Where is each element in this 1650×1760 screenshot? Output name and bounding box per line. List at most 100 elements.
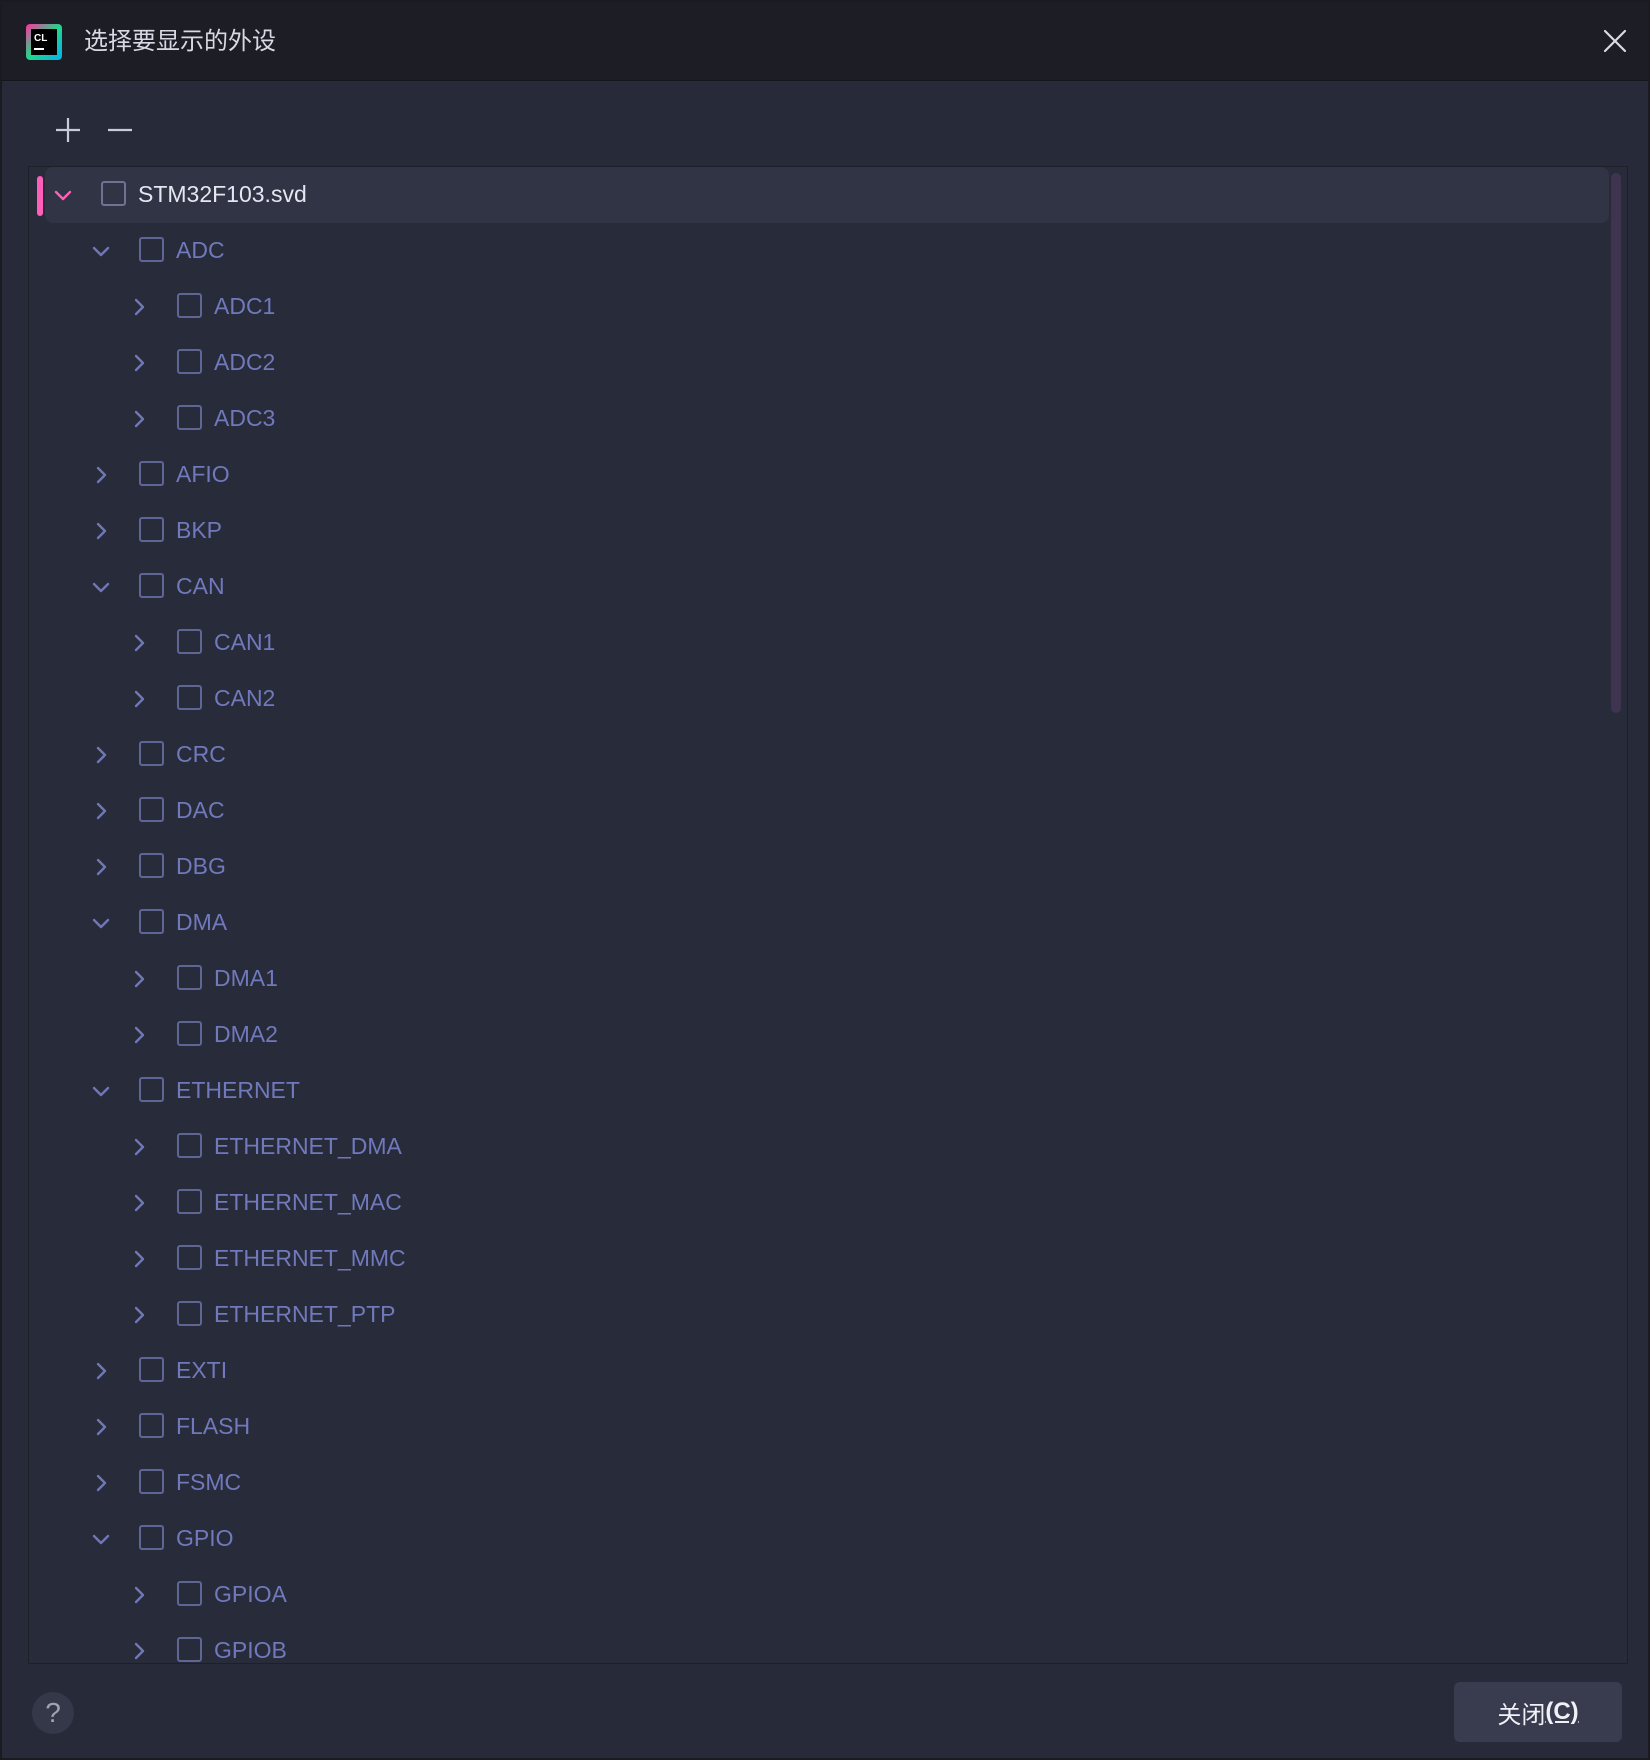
tree-checkbox[interactable]: [139, 741, 164, 766]
tree-checkbox[interactable]: [177, 1301, 202, 1326]
tree-row[interactable]: DAC: [29, 783, 1609, 839]
tree-row[interactable]: DBG: [29, 839, 1609, 895]
help-button[interactable]: ?: [32, 1692, 74, 1734]
expand-toggle[interactable]: [123, 1299, 155, 1331]
tree-row[interactable]: EXTI: [29, 1343, 1609, 1399]
tree-row[interactable]: ETHERNET_DMA: [29, 1119, 1609, 1175]
expand-toggle[interactable]: [85, 571, 117, 603]
tree-checkbox[interactable]: [139, 797, 164, 822]
peripheral-tree[interactable]: STM32F103.svd ADC ADC1 ADC2 ADC3 AFIO BKP CAN CA…: [28, 166, 1628, 1664]
tree-checkbox[interactable]: [139, 461, 164, 486]
expand-toggle[interactable]: [85, 739, 117, 771]
tree-row[interactable]: ETHERNET_MAC: [29, 1175, 1609, 1231]
tree-row[interactable]: GPIO: [29, 1511, 1609, 1567]
expand-toggle[interactable]: [123, 627, 155, 659]
expand-toggle[interactable]: [123, 1131, 155, 1163]
tree-row[interactable]: GPIOB: [29, 1623, 1609, 1663]
expand-toggle[interactable]: [123, 1243, 155, 1275]
svg-text:CL: CL: [34, 33, 47, 44]
close-button-mnemonic: (C): [1545, 1698, 1579, 1725]
tree-checkbox[interactable]: [177, 965, 202, 990]
tree-checkbox[interactable]: [139, 573, 164, 598]
expand-toggle[interactable]: [123, 403, 155, 435]
tree-row[interactable]: CAN2: [29, 671, 1609, 727]
tree-checkbox[interactable]: [139, 1413, 164, 1438]
tree-row[interactable]: ADC1: [29, 279, 1609, 335]
tree-checkbox[interactable]: [101, 181, 126, 206]
expand-toggle[interactable]: [47, 179, 79, 211]
tree-checkbox[interactable]: [139, 853, 164, 878]
expand-toggle[interactable]: [85, 1075, 117, 1107]
tree-row[interactable]: CAN1: [29, 615, 1609, 671]
tree-item-label: BKP: [176, 517, 223, 543]
tree-item-label: CRC: [176, 741, 226, 767]
tree-checkbox[interactable]: [177, 349, 202, 374]
tree-row[interactable]: FLASH: [29, 1399, 1609, 1455]
tree-row[interactable]: ADC: [29, 223, 1609, 279]
tree-row[interactable]: DMA2: [29, 1007, 1609, 1063]
clion-logo-icon: CL: [26, 24, 62, 60]
tree-row[interactable]: GPIOA: [29, 1567, 1609, 1623]
tree-row[interactable]: ADC3: [29, 391, 1609, 447]
tree-row[interactable]: ETHERNET_MMC: [29, 1231, 1609, 1287]
tree-checkbox[interactable]: [177, 1133, 202, 1158]
tree-checkbox[interactable]: [139, 1525, 164, 1550]
tree-row[interactable]: CRC: [29, 727, 1609, 783]
expand-toggle[interactable]: [85, 1355, 117, 1387]
tree-checkbox[interactable]: [177, 1189, 202, 1214]
chevron-right-icon: [134, 1026, 145, 1044]
close-dialog-button[interactable]: 关闭 (C): [1454, 1682, 1622, 1742]
peripherals-dialog: CL 选择要显示的外设 STM32F103.svd ADC ADC1 ADC2 ADC3…: [0, 0, 1650, 1760]
expand-toggle[interactable]: [85, 1411, 117, 1443]
tree-checkbox[interactable]: [177, 1021, 202, 1046]
tree-row[interactable]: ADC2: [29, 335, 1609, 391]
scrollbar-thumb[interactable]: [1611, 173, 1621, 713]
expand-toggle[interactable]: [85, 515, 117, 547]
expand-toggle[interactable]: [85, 1523, 117, 1555]
tree-row[interactable]: DMA: [29, 895, 1609, 951]
vertical-scrollbar[interactable]: [1611, 173, 1623, 1653]
tree-root-row[interactable]: STM32F103.svd: [29, 167, 1609, 223]
expand-toggle[interactable]: [123, 1635, 155, 1663]
expand-toggle[interactable]: [85, 907, 117, 939]
expand-toggle[interactable]: [85, 795, 117, 827]
expand-toggle[interactable]: [85, 235, 117, 267]
expand-toggle[interactable]: [123, 683, 155, 715]
expand-toggle[interactable]: [85, 1467, 117, 1499]
expand-toggle[interactable]: [123, 963, 155, 995]
expand-toggle[interactable]: [85, 851, 117, 883]
tree-checkbox[interactable]: [177, 629, 202, 654]
expand-toggle[interactable]: [123, 291, 155, 323]
tree-row[interactable]: DMA1: [29, 951, 1609, 1007]
expand-toggle[interactable]: [123, 1187, 155, 1219]
window-close-button[interactable]: [1592, 18, 1638, 64]
tree-item-label: ETHERNET: [176, 1077, 300, 1103]
tree-checkbox[interactable]: [139, 909, 164, 934]
tree-row[interactable]: AFIO: [29, 447, 1609, 503]
add-button[interactable]: [48, 108, 88, 152]
tree-checkbox[interactable]: [177, 1245, 202, 1270]
remove-button[interactable]: [100, 108, 140, 152]
tree-checkbox[interactable]: [139, 237, 164, 262]
chevron-right-icon: [134, 690, 145, 708]
tree-checkbox[interactable]: [177, 1637, 202, 1662]
expand-toggle[interactable]: [123, 347, 155, 379]
expand-toggle[interactable]: [85, 459, 117, 491]
chevron-right-icon: [96, 858, 107, 876]
tree-row[interactable]: CAN: [29, 559, 1609, 615]
tree-checkbox[interactable]: [139, 1077, 164, 1102]
tree-checkbox[interactable]: [139, 1469, 164, 1494]
tree-row[interactable]: FSMC: [29, 1455, 1609, 1511]
tree-checkbox[interactable]: [177, 293, 202, 318]
tree-checkbox[interactable]: [177, 405, 202, 430]
tree-row[interactable]: ETHERNET: [29, 1063, 1609, 1119]
tree-checkbox[interactable]: [139, 1357, 164, 1382]
tree-row[interactable]: BKP: [29, 503, 1609, 559]
tree-checkbox[interactable]: [139, 517, 164, 542]
expand-toggle[interactable]: [123, 1579, 155, 1611]
tree-checkbox[interactable]: [177, 685, 202, 710]
tree-checkbox[interactable]: [177, 1581, 202, 1606]
tree-item-label: DAC: [176, 797, 225, 823]
expand-toggle[interactable]: [123, 1019, 155, 1051]
tree-row[interactable]: ETHERNET_PTP: [29, 1287, 1609, 1343]
